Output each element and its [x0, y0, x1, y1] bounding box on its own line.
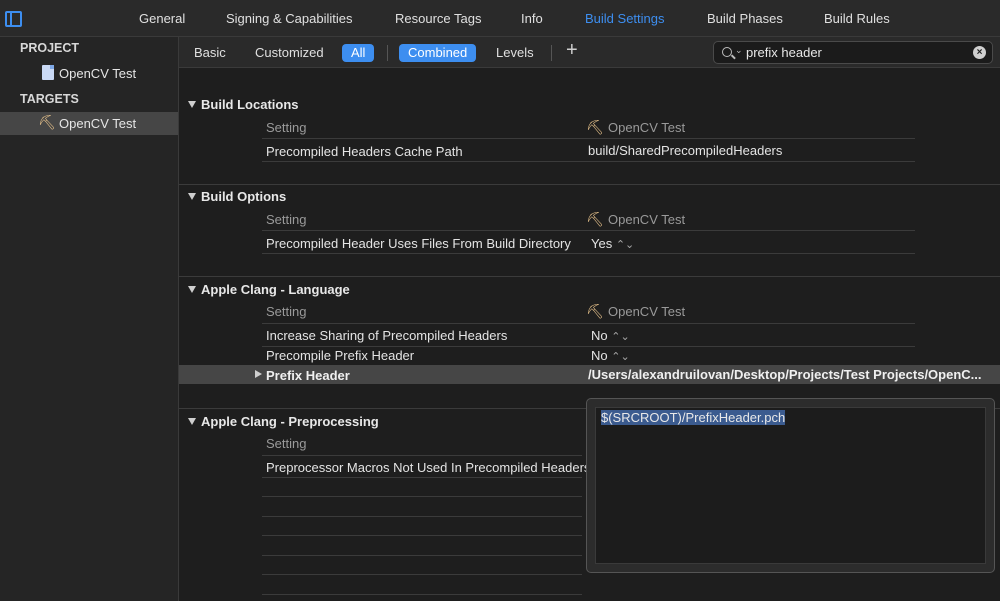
tab-signing-capabilities[interactable]: Signing & Capabilities	[226, 11, 352, 26]
setting-value-precompiled-headers-cache-path[interactable]: build/SharedPrecompiledHeaders	[588, 143, 782, 158]
search-icon[interactable]	[722, 47, 732, 57]
search-field[interactable]: ⌄ ×	[713, 41, 993, 64]
section-title-build-options[interactable]: Build Options	[201, 189, 286, 204]
app-target-icon: ⛏	[38, 114, 56, 130]
divider	[262, 323, 915, 324]
divider	[262, 594, 582, 595]
divider	[262, 574, 582, 575]
targets-header: TARGETS	[20, 92, 79, 106]
filter-customized-button[interactable]: Customized	[255, 44, 324, 62]
prefix-header-value-textarea[interactable]: $(SRCROOT)/PrefixHeader.pch	[595, 407, 986, 564]
divider	[262, 477, 582, 478]
filter-basic-button[interactable]: Basic	[194, 44, 226, 62]
filter-levels-button[interactable]: Levels	[496, 44, 534, 62]
filter-all-button[interactable]: All	[342, 44, 375, 62]
sidebar-toggle-icon[interactable]	[5, 11, 22, 27]
value-editor-popover: $(SRCROOT)/PrefixHeader.pch	[586, 398, 995, 573]
app-target-icon: ⛏	[586, 211, 604, 227]
setting-value-prefix-header[interactable]: /Users/alexandruilovan/Desktop/Projects/…	[588, 367, 998, 382]
column-header-setting: Setting	[266, 212, 307, 227]
project-navigator-sidebar: PROJECT OpenCV Test TARGETS ⛏ OpenCV Tes…	[0, 37, 179, 601]
project-header: PROJECT	[20, 41, 80, 55]
column-header-setting: Setting	[266, 304, 307, 319]
disclosure-triangle-icon[interactable]	[188, 286, 196, 293]
setting-name-preprocessor-macros-not-used-pch[interactable]: Preprocessor Macros Not Used In Precompi…	[266, 460, 590, 475]
add-setting-button[interactable]: +	[566, 39, 578, 62]
divider	[179, 184, 1000, 185]
setting-name-increase-sharing-pch[interactable]: Increase Sharing of Precompiled Headers	[266, 328, 507, 343]
divider	[262, 555, 582, 556]
tab-info[interactable]: Info	[521, 11, 543, 26]
tab-build-settings[interactable]: Build Settings	[585, 11, 665, 26]
divider	[262, 346, 915, 347]
divider	[387, 45, 388, 61]
column-header-target: OpenCV Test	[608, 120, 686, 135]
disclosure-triangle-icon[interactable]	[188, 101, 196, 108]
sidebar-item-label: OpenCV Test	[59, 66, 137, 81]
sidebar-item-target[interactable]: ⛏ OpenCV Test	[0, 112, 178, 135]
setting-name-precompiled-header-uses-build-dir[interactable]: Precompiled Header Uses Files From Build…	[266, 236, 571, 251]
stepper-icon: ⌃⌄	[611, 331, 630, 343]
divider	[262, 455, 582, 456]
filter-combined-button[interactable]: Combined	[399, 44, 477, 62]
setting-name-prefix-header[interactable]: Prefix Header	[266, 368, 350, 383]
app-target-icon: ⛏	[586, 303, 604, 319]
setting-value-precompiled-header-uses-build-dir[interactable]: Yes ⌃⌄	[591, 236, 634, 251]
column-header-setting: Setting	[266, 436, 307, 451]
divider	[262, 516, 582, 517]
tab-resource-tags[interactable]: Resource Tags	[395, 11, 481, 26]
divider	[262, 138, 915, 139]
build-settings-filter-bar: Basic Customized All Combined Levels + ⌄…	[179, 37, 1000, 68]
editor-tab-bar: General Signing & Capabilities Resource …	[0, 0, 1000, 37]
project-file-icon	[42, 65, 54, 80]
value-text: No	[591, 348, 608, 363]
section-title-apple-clang-preprocessing[interactable]: Apple Clang - Preprocessing	[201, 414, 379, 429]
setting-name-precompile-prefix-header[interactable]: Precompile Prefix Header	[266, 348, 414, 363]
tab-build-rules[interactable]: Build Rules	[824, 11, 890, 26]
column-header-target: OpenCV Test	[608, 212, 686, 227]
sidebar-item-project[interactable]: OpenCV Test	[0, 62, 178, 85]
divider	[262, 230, 915, 231]
disclosure-triangle-icon[interactable]	[188, 418, 196, 425]
selected-text: $(SRCROOT)/PrefixHeader.pch	[601, 410, 786, 425]
divider	[262, 496, 582, 497]
disclosure-triangle-icon[interactable]	[255, 370, 262, 378]
stepper-icon: ⌃⌄	[615, 239, 635, 251]
sidebar-item-label: OpenCV Test	[59, 116, 137, 131]
setting-name-precompiled-headers-cache-path[interactable]: Precompiled Headers Cache Path	[266, 144, 463, 159]
disclosure-triangle-icon[interactable]	[188, 193, 196, 200]
tab-build-phases[interactable]: Build Phases	[707, 11, 783, 26]
column-header-target: OpenCV Test	[608, 304, 686, 319]
setting-value-increase-sharing-pch[interactable]: No ⌃⌄	[591, 328, 630, 343]
value-text: No	[591, 328, 608, 343]
column-header-setting: Setting	[266, 120, 307, 135]
app-target-icon: ⛏	[586, 119, 604, 135]
divider	[551, 45, 552, 61]
chevron-down-icon[interactable]: ⌄	[735, 45, 743, 56]
divider	[179, 276, 1000, 277]
clear-search-icon[interactable]: ×	[973, 46, 986, 59]
stepper-icon: ⌃⌄	[611, 351, 630, 363]
value-text: Yes	[591, 236, 613, 251]
divider	[262, 253, 915, 254]
divider	[262, 535, 582, 536]
divider	[262, 161, 915, 162]
section-title-build-locations[interactable]: Build Locations	[201, 97, 299, 112]
search-input[interactable]	[746, 44, 966, 61]
tab-general[interactable]: General	[139, 11, 185, 26]
setting-value-precompile-prefix-header[interactable]: No ⌃⌄	[591, 348, 630, 363]
section-title-apple-clang-language[interactable]: Apple Clang - Language	[201, 282, 350, 297]
